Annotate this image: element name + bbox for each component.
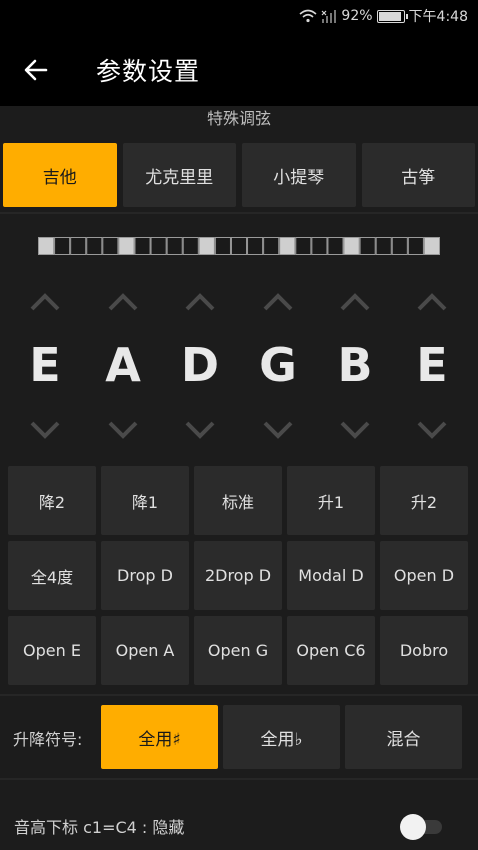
back-button[interactable] (16, 50, 56, 90)
string-6-note: E (416, 338, 448, 392)
raise-string-6-icon[interactable] (416, 290, 448, 312)
all-flat-button[interactable]: 全用♭ (223, 705, 340, 769)
fret-cell (102, 237, 119, 255)
raise-string-4-icon[interactable] (262, 290, 294, 312)
fret-cell-marked (279, 237, 296, 255)
tab-guzheng[interactable]: 古筝 (361, 143, 475, 207)
fret-cell-marked (118, 237, 135, 255)
fret-cell (230, 237, 248, 255)
page-title: 参数设置 (96, 57, 201, 86)
string-5: B (325, 290, 385, 450)
fretboard-indicator (38, 237, 440, 255)
fret-cell-marked (343, 237, 360, 255)
preset-all-fourths[interactable]: 全4度 (8, 541, 96, 610)
fret-cell-marked (423, 237, 440, 255)
lower-string-2-icon[interactable] (107, 420, 139, 442)
lower-string-6-icon[interactable] (416, 420, 448, 442)
fret-cell (359, 237, 376, 255)
instrument-tabs: 吉他 尤克里里 小提琴 古筝 (0, 143, 478, 211)
string-5-note: B (337, 338, 373, 392)
preset-down-2[interactable]: 降2 (8, 466, 96, 535)
string-1-note: E (29, 338, 61, 392)
string-2: A (93, 290, 153, 450)
accidental-label: 升降符号: (13, 730, 83, 749)
preset-drop-d[interactable]: Drop D (101, 541, 189, 610)
preset-up-2[interactable]: 升2 (380, 466, 468, 535)
raise-string-1-icon[interactable] (29, 290, 61, 312)
string-1: E (15, 290, 75, 450)
string-4-note: G (259, 338, 297, 392)
fret-cell (327, 237, 344, 255)
divider (0, 778, 478, 780)
lower-string-5-icon[interactable] (339, 420, 371, 442)
fret-cell (311, 237, 328, 255)
divider (0, 694, 478, 696)
raise-string-5-icon[interactable] (339, 290, 371, 312)
app-bar: 参数设置 (0, 32, 478, 106)
fret-cell (407, 237, 424, 255)
fret-cell (166, 237, 183, 255)
lower-string-1-icon[interactable] (29, 420, 61, 442)
raise-string-2-icon[interactable] (107, 290, 139, 312)
fret-cell (54, 237, 71, 255)
fret-cell (295, 237, 312, 255)
wifi-icon (299, 9, 317, 23)
preset-standard[interactable]: 标准 (194, 466, 282, 535)
string-4: G (248, 290, 308, 450)
tab-ukulele[interactable]: 尤克里里 (122, 143, 236, 207)
tab-violin[interactable]: 小提琴 (242, 143, 356, 207)
string-6: E (402, 290, 462, 450)
status-bar: 92% 下午4:48 (0, 0, 478, 32)
fret-cell (182, 237, 199, 255)
mixed-button[interactable]: 混合 (345, 705, 462, 769)
fret-cell (391, 237, 408, 255)
battery-percent: 92% (341, 8, 373, 24)
status-time: 下午4:48 (408, 9, 468, 25)
string-3-note: D (180, 338, 220, 392)
back-arrow-icon (24, 59, 48, 81)
all-sharp-button[interactable]: 全用♯ (101, 705, 218, 769)
signal-icon (321, 9, 337, 23)
preset-open-d[interactable]: Open D (380, 541, 468, 610)
pitch-subscript-label: 音高下标 c1=C4 : 隐藏 (14, 818, 185, 837)
fret-cell (86, 237, 103, 255)
preset-modal-d[interactable]: Modal D (287, 541, 375, 610)
tab-guitar[interactable]: 吉他 (3, 143, 117, 207)
battery-icon (376, 9, 408, 23)
special-tuning-label: 特殊调弦 (206, 109, 271, 128)
string-3: D (170, 290, 230, 450)
preset-open-a[interactable]: Open A (101, 616, 189, 685)
fret-cell (263, 237, 280, 255)
preset-2drop-d[interactable]: 2Drop D (194, 541, 282, 610)
fret-cell (375, 237, 392, 255)
lower-string-3-icon[interactable] (184, 420, 216, 442)
fret-cell-marked (198, 237, 215, 255)
preset-open-c6[interactable]: Open C6 (287, 616, 375, 685)
fret-cell (134, 237, 151, 255)
string-2-note: A (105, 338, 141, 392)
divider (0, 212, 478, 214)
fret-cell-marked (38, 237, 55, 255)
fret-cell (214, 237, 231, 255)
preset-up-1[interactable]: 升1 (287, 466, 375, 535)
pitch-subscript-toggle[interactable] (400, 814, 444, 840)
status-icons: 92% 下午4:48 (299, 6, 468, 26)
preset-open-e[interactable]: Open E (8, 616, 96, 685)
preset-down-1[interactable]: 降1 (101, 466, 189, 535)
lower-string-4-icon[interactable] (262, 420, 294, 442)
toggle-thumb (400, 814, 426, 840)
raise-string-3-icon[interactable] (184, 290, 216, 312)
fret-cell (247, 237, 264, 255)
accidental-selector: 升降符号: 全用♯ 全用♭ 混合 (0, 702, 478, 772)
fret-cell (150, 237, 167, 255)
preset-dobro[interactable]: Dobro (380, 616, 468, 685)
tuning-presets: 降2 降1 标准 升1 升2 全4度 Drop D 2Drop D Modal … (8, 466, 470, 685)
pitch-subscript-row: 音高下标 c1=C4 : 隐藏 (0, 800, 478, 850)
preset-open-g[interactable]: Open G (194, 616, 282, 685)
fret-cell (70, 237, 87, 255)
